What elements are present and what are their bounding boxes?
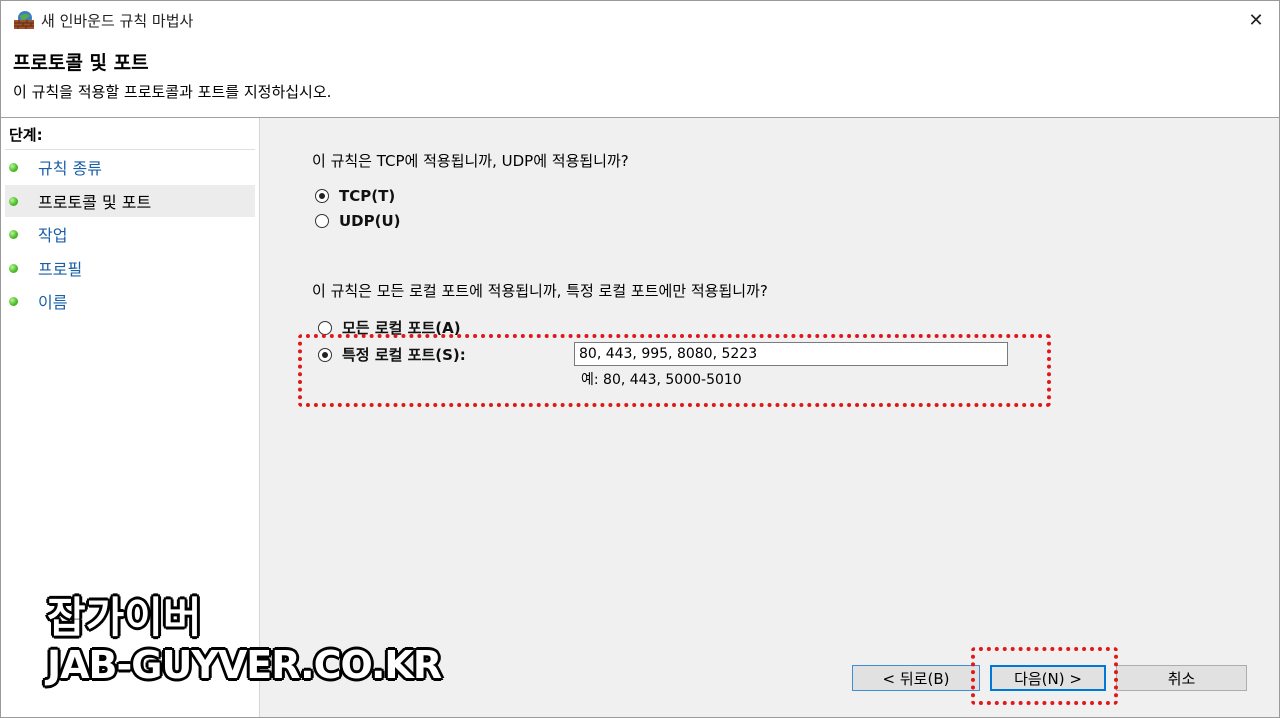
highlight-box-ports: [298, 334, 1051, 407]
cancel-button[interactable]: 취소: [1116, 665, 1247, 691]
port-question: 이 규칙은 모든 로컬 포트에 적용됩니까, 특정 로컬 포트에만 적용됩니까?: [312, 282, 768, 300]
close-icon: ✕: [1248, 9, 1264, 31]
green-bullet-icon: [9, 162, 18, 172]
radio-label: TCP(T): [339, 187, 396, 205]
step-label: 이름: [38, 293, 68, 312]
step-label: 규칙 종류: [38, 159, 102, 178]
tcp-radio[interactable]: TCP(T): [315, 187, 395, 205]
protocol-question: 이 규칙은 TCP에 적용됩니까, UDP에 적용됩니까?: [312, 152, 629, 170]
wizard-content: 이 규칙은 TCP에 적용됩니까, UDP에 적용됩니까? TCP(T) UDP…: [260, 118, 1279, 717]
step-protocol-and-ports[interactable]: 프로토콜 및 포트: [5, 185, 255, 217]
green-bullet-icon: [9, 196, 18, 206]
radio-label: UDP(U): [339, 212, 401, 230]
udp-radio[interactable]: UDP(U): [315, 212, 401, 230]
green-bullet-icon: [9, 229, 18, 239]
step-label: 작업: [38, 226, 68, 245]
step-name[interactable]: 이름: [5, 285, 255, 317]
highlight-box-next: [971, 647, 1118, 705]
wizard-window: 새 인바운드 규칙 마법사 ✕ 프로토콜 및 포트 이 규칙을 적용할 프로토콜…: [0, 0, 1280, 718]
firewall-wall-icon: [13, 10, 35, 30]
steps-heading: 단계:: [9, 126, 43, 144]
page-title: 프로토콜 및 포트: [13, 52, 149, 74]
close-button[interactable]: ✕: [1233, 1, 1279, 39]
green-bullet-icon: [9, 296, 18, 306]
page-description: 이 규칙을 적용할 프로토콜과 포트를 지정하십시오.: [13, 83, 332, 101]
wizard-header: 프로토콜 및 포트 이 규칙을 적용할 프로토콜과 포트를 지정하십시오.: [1, 39, 1279, 118]
step-label: 프로필: [38, 260, 83, 279]
step-label: 프로토콜 및 포트: [38, 193, 152, 212]
back-button[interactable]: < 뒤로(B): [852, 665, 980, 691]
title-bar: 새 인바운드 규칙 마법사 ✕: [1, 1, 1279, 39]
steps-divider: [5, 149, 255, 150]
watermark-korean: 잡가이버: [47, 593, 202, 642]
step-action[interactable]: 작업: [5, 218, 255, 250]
watermark-url: JAB-GUYVER.CO.KR: [47, 643, 442, 687]
radio-button[interactable]: [315, 189, 329, 203]
window-title: 새 인바운드 규칙 마법사: [41, 12, 194, 30]
step-profile[interactable]: 프로필: [5, 252, 255, 284]
radio-button[interactable]: [315, 214, 329, 228]
green-bullet-icon: [9, 263, 18, 273]
step-rule-type[interactable]: 규칙 종류: [5, 151, 255, 183]
radio-button[interactable]: [318, 320, 332, 335]
